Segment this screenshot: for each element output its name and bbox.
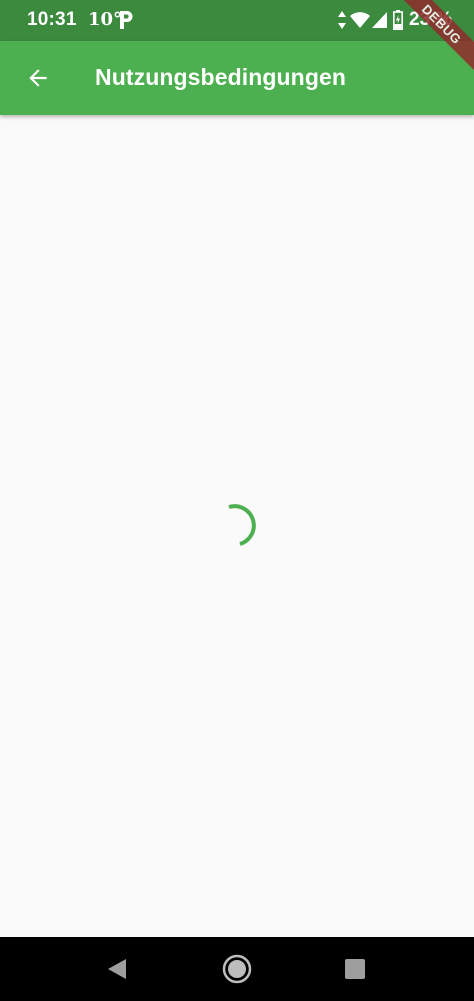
wifi-icon	[350, 12, 370, 28]
arrow-left-icon	[29, 69, 47, 87]
data-transfer-icon	[338, 11, 346, 29]
nav-recents-button[interactable]	[335, 949, 375, 989]
recents-square-icon	[345, 959, 365, 979]
navigation-bar	[0, 937, 474, 1001]
nav-back-button[interactable]	[97, 949, 137, 989]
app-screen: 10:31 10° 23 % DEBUG Nutz	[0, 0, 474, 1001]
home-circle-icon	[222, 954, 252, 984]
battery-icon	[393, 10, 403, 30]
page-title: Nutzungsbedingungen	[95, 64, 347, 90]
p-icon	[120, 11, 133, 29]
status-weather: 10°	[88, 9, 123, 30]
back-triangle-icon	[108, 959, 126, 979]
back-button[interactable]	[14, 54, 62, 102]
status-time: 10:31	[27, 9, 77, 30]
cellular-signal-icon	[372, 12, 387, 28]
status-bar: 10:31 10° 23 %	[0, 0, 474, 41]
nav-home-button[interactable]	[217, 949, 257, 989]
circular-progress-icon	[228, 504, 256, 546]
app-bar: Nutzungsbedingungen	[0, 41, 474, 115]
